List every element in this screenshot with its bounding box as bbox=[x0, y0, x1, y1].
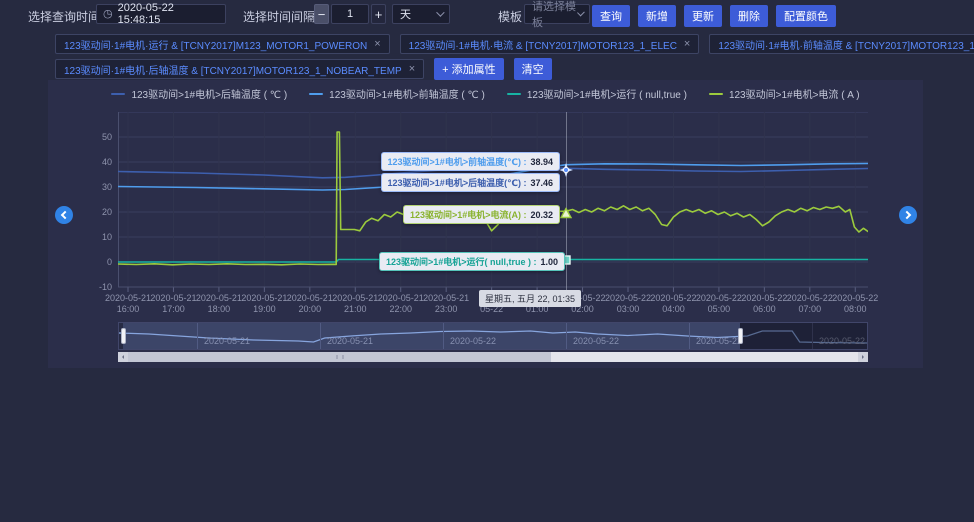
tag-chip-label: 123驱动间·1#电机·运行 & [TCNY2017]M123_MOTOR1_P… bbox=[64, 40, 368, 52]
x-axis-label: 2020-05-22 08:00 bbox=[832, 293, 879, 314]
navigator-selection[interactable] bbox=[122, 323, 740, 349]
y-axis-label: 40 bbox=[101, 157, 112, 167]
legend-line-icon bbox=[708, 92, 723, 95]
add-attribute-button[interactable]: + 添加属性 bbox=[434, 58, 504, 80]
tooltip-label: 123驱动间>1#电机>后轴温度(℃) : bbox=[387, 178, 527, 188]
y-axis-label: -10 bbox=[98, 282, 112, 292]
legend-label: 123驱动间>1#电机>电流 ( A ) bbox=[728, 90, 860, 101]
chevron-down-icon bbox=[436, 8, 445, 17]
pan-left-button[interactable] bbox=[55, 206, 73, 224]
chevron-down-icon bbox=[576, 8, 585, 17]
chart-panel: 123驱动间>1#电机>后轴温度 ( ℃ ) 123驱动间>1#电机>前轴温度 (… bbox=[48, 80, 923, 368]
legend-line-icon bbox=[309, 92, 324, 95]
legend-item[interactable]: 123驱动间>1#电机>后轴温度 ( ℃ ) bbox=[111, 86, 287, 101]
interval-decrement-button[interactable]: − bbox=[314, 4, 329, 24]
tag-chip-nobear-temp[interactable]: 123驱动间·1#电机·后轴温度 & [TCNY2017]MOTOR123_1_… bbox=[55, 59, 425, 79]
add-button[interactable]: 新增 bbox=[638, 5, 676, 27]
tooltip-label: 123驱动间>1#电机>前轴温度(℃) : bbox=[387, 157, 527, 167]
chevron-left-icon bbox=[60, 210, 70, 220]
navigator-unselected bbox=[739, 323, 867, 349]
axis-time-tooltip: 星期五, 五月 22, 01:35 bbox=[479, 290, 582, 307]
tag-chip-bear-temp[interactable]: 123驱动间·1#电机·前轴温度 & [TCNY2017]MOTOR123_1_… bbox=[709, 34, 974, 54]
legend-item[interactable]: 123驱动间>1#电机>运行 ( null,true ) bbox=[506, 86, 687, 101]
toolbar: 选择查询时间： ◷ 2020-05-22 15:48:15 选择时间间隔： − … bbox=[0, 0, 974, 29]
tooltip-front-bearing-temp: 123驱动间>1#电机>前轴温度(℃) :38.94 bbox=[380, 152, 560, 171]
tooltip-rear-bearing-temp: 123驱动间>1#电机>后轴温度(℃) :37.46 bbox=[380, 173, 560, 192]
tag-chips-row-2: 123驱动间·1#电机·后轴温度 & [TCNY2017]MOTOR123_1_… bbox=[55, 58, 552, 80]
query-button[interactable]: 查询 bbox=[592, 5, 630, 27]
tooltip-current: 123驱动间>1#电机>电流(A) :20.32 bbox=[402, 205, 560, 224]
legend-label: 123驱动间>1#电机>后轴温度 ( ℃ ) bbox=[131, 90, 288, 101]
query-time-input[interactable]: ◷ 2020-05-22 15:48:15 bbox=[96, 2, 226, 26]
legend-line-icon bbox=[111, 92, 126, 95]
tag-chip-label: 123驱动间·1#电机·电流 & [TCNY2017]MOTOR123_1_EL… bbox=[408, 40, 677, 52]
horizontal-scrollbar[interactable] bbox=[118, 352, 868, 362]
tag-chip-elec[interactable]: 123驱动间·1#电机·电流 & [TCNY2017]MOTOR123_1_EL… bbox=[399, 34, 700, 54]
clock-icon: ◷ bbox=[103, 7, 113, 20]
tooltip-label: 123驱动间>1#电机>电流(A) : bbox=[409, 210, 527, 220]
clear-button[interactable]: 清空 bbox=[513, 58, 552, 80]
template-select[interactable]: 请选择模板 bbox=[524, 1, 590, 29]
current-point-marker bbox=[560, 207, 572, 219]
navigator-handle-right[interactable] bbox=[737, 328, 743, 344]
interval-increment-button[interactable]: + bbox=[371, 4, 386, 24]
query-time-value: 2020-05-22 15:48:15 bbox=[117, 2, 174, 26]
update-button[interactable]: 更新 bbox=[684, 5, 722, 27]
legend-label: 123驱动间>1#电机>运行 ( null,true ) bbox=[526, 90, 687, 101]
template-placeholder: 请选择模板 bbox=[532, 1, 576, 29]
legend-item[interactable]: 123驱动间>1#电机>电流 ( A ) bbox=[708, 86, 860, 101]
scrollbar-grip-icon bbox=[336, 355, 344, 359]
y-axis-label: 50 bbox=[101, 132, 112, 142]
tooltip-value: 1.00 bbox=[540, 257, 558, 267]
interval-unit-value: 天 bbox=[400, 9, 411, 21]
toolbar-buttons: 查询 新增 更新 删除 配置颜色 bbox=[592, 5, 836, 27]
y-axis-label: 20 bbox=[101, 207, 112, 217]
timeline-navigator[interactable]: 2020-05-21 2020-05-21 2020-05-22 2020-05-22… bbox=[118, 322, 868, 350]
interval-value-input[interactable]: 1 bbox=[331, 4, 369, 24]
tag-chip-label: 123驱动间·1#电机·前轴温度 & [TCNY2017]MOTOR123_1_… bbox=[718, 40, 974, 52]
config-color-button[interactable]: 配置颜色 bbox=[776, 5, 836, 27]
pan-right-button[interactable] bbox=[899, 206, 917, 224]
navigator-handle-left[interactable] bbox=[120, 328, 126, 344]
tooltip-value: 20.32 bbox=[530, 210, 553, 220]
tooltip-value: 37.46 bbox=[530, 178, 553, 188]
legend-line-icon bbox=[506, 92, 521, 95]
scrollbar-thumb[interactable] bbox=[128, 352, 552, 362]
close-icon[interactable]: × bbox=[409, 63, 415, 75]
y-axis-label: 0 bbox=[106, 257, 112, 267]
tooltip-running: 123驱动间>1#电机>运行( null,true ) :1.00 bbox=[378, 252, 565, 271]
chevron-right-icon bbox=[902, 210, 912, 220]
close-icon[interactable]: × bbox=[374, 38, 380, 50]
delete-button[interactable]: 删除 bbox=[730, 5, 768, 27]
legend-item[interactable]: 123驱动间>1#电机>前轴温度 ( ℃ ) bbox=[309, 86, 485, 101]
legend-label: 123驱动间>1#电机>前轴温度 ( ℃ ) bbox=[329, 90, 485, 101]
scroll-left-arrow-icon[interactable] bbox=[118, 352, 128, 362]
temp-point-marker bbox=[559, 163, 573, 177]
tooltip-value: 38.94 bbox=[530, 157, 553, 167]
tooltip-label: 123驱动间>1#电机>运行( null,true ) : bbox=[385, 257, 537, 267]
scroll-right-arrow-icon[interactable] bbox=[858, 352, 868, 362]
tag-chip-label: 123驱动间·1#电机·后轴温度 & [TCNY2017]MOTOR123_1_… bbox=[64, 65, 402, 77]
chart-legend: 123驱动间>1#电机>后轴温度 ( ℃ ) 123驱动间>1#电机>前轴温度 (… bbox=[48, 86, 923, 101]
y-axis-label: 10 bbox=[101, 232, 112, 242]
tag-chip-poweron[interactable]: 123驱动间·1#电机·运行 & [TCNY2017]M123_MOTOR1_P… bbox=[55, 34, 390, 54]
y-axis-label: 30 bbox=[101, 182, 112, 192]
close-icon[interactable]: × bbox=[684, 38, 690, 50]
interval-unit-select[interactable]: 天 bbox=[392, 4, 450, 24]
tag-chips-row-1: 123驱动间·1#电机·运行 & [TCNY2017]M123_MOTOR1_P… bbox=[55, 34, 974, 54]
